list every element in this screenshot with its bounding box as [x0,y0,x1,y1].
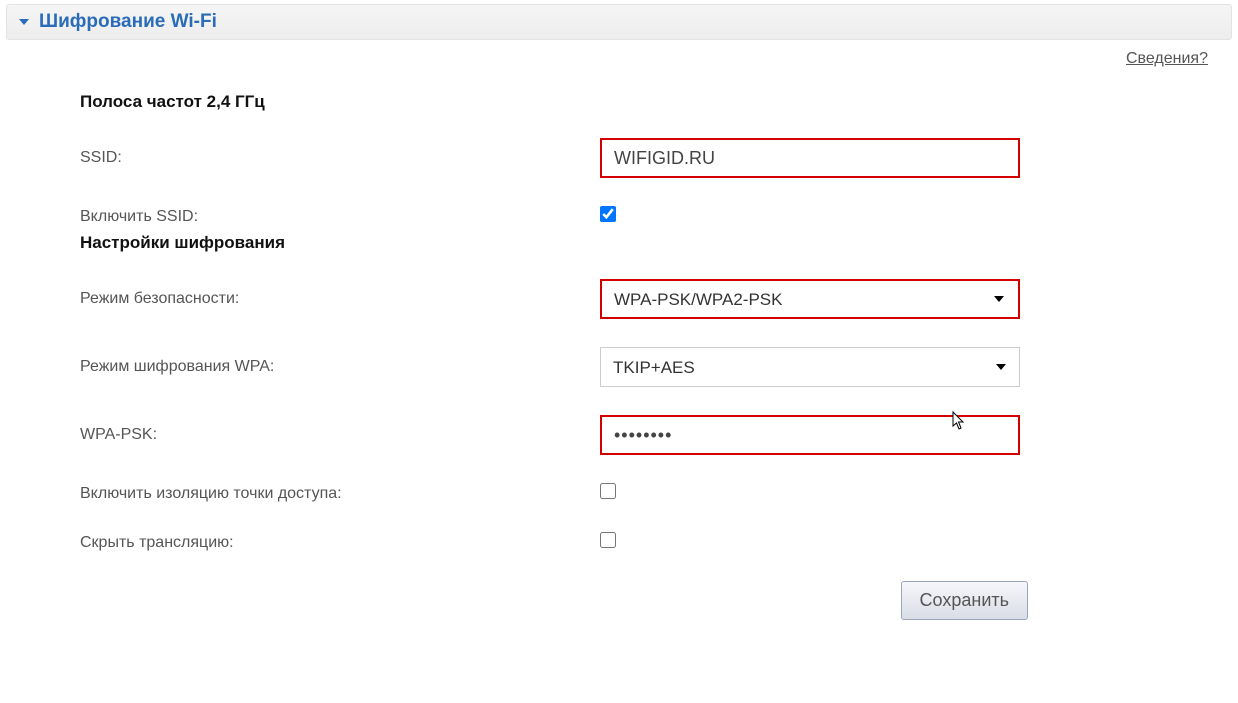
band-heading: Полоса частот 2,4 ГГц [80,92,1238,112]
security-mode-select-wrap: WPA-PSK/WPA2-PSK [600,279,1020,319]
wpa-psk-field [600,415,1030,455]
hide-broadcast-row: Скрыть трансляцию: [80,532,1238,553]
panel-header[interactable]: Шифрование Wi-Fi [6,4,1232,40]
hide-broadcast-label: Скрыть трансляцию: [80,534,600,552]
button-row: Сохранить [80,581,1238,620]
wpa-psk-label: WPA-PSK: [80,426,600,444]
ssid-row: SSID: [80,138,1238,178]
enable-ssid-label: Включить SSID: [80,208,600,226]
hide-broadcast-field [600,532,1030,553]
form-content: Полоса частот 2,4 ГГц SSID: Включить SSI… [0,68,1238,620]
ssid-label: SSID: [80,149,600,167]
help-link-row: Сведения? [0,40,1238,68]
enable-ssid-row: Включить SSID: [80,206,1238,227]
hide-broadcast-checkbox[interactable] [600,532,616,548]
encryption-heading: Настройки шифрования [80,233,1238,253]
enable-ssid-field [600,206,1030,227]
isolation-checkbox[interactable] [600,483,616,499]
wpa-cipher-field: TKIP+AES [600,347,1030,387]
isolation-field [600,483,1030,504]
panel-title: Шифрование Wi-Fi [39,11,217,33]
help-link[interactable]: Сведения? [1126,50,1208,67]
security-mode-row: Режим безопасности: WPA-PSK/WPA2-PSK [80,279,1238,319]
wpa-cipher-row: Режим шифрования WPA: TKIP+AES [80,347,1238,387]
security-mode-select[interactable]: WPA-PSK/WPA2-PSK [602,281,1018,317]
ssid-field [600,138,1030,178]
wpa-cipher-select-wrap: TKIP+AES [600,347,1020,387]
save-button[interactable]: Сохранить [901,581,1028,620]
enable-ssid-checkbox[interactable] [600,206,616,222]
wpa-cipher-label: Режим шифрования WPA: [80,358,600,376]
isolation-label: Включить изоляцию точки доступа: [80,485,600,503]
ssid-input[interactable] [600,138,1020,178]
isolation-row: Включить изоляцию точки доступа: [80,483,1238,504]
wpa-cipher-select[interactable]: TKIP+AES [600,347,1020,387]
security-mode-label: Режим безопасности: [80,290,600,308]
collapse-triangle-icon [19,19,29,25]
wpa-psk-row: WPA-PSK: [80,415,1238,455]
wpa-psk-input[interactable] [600,415,1020,455]
security-mode-field: WPA-PSK/WPA2-PSK [600,279,1030,319]
